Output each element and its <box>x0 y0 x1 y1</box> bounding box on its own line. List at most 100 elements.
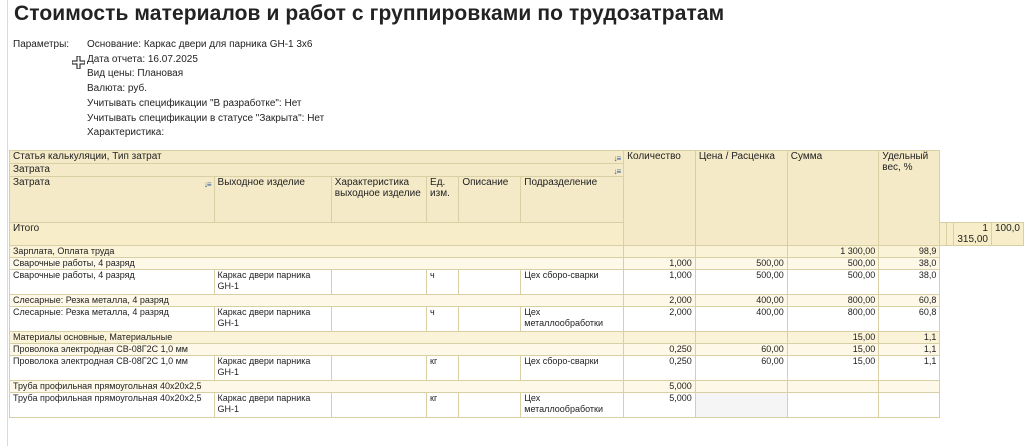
group-row[interactable]: Слесарные: Резка металла, 4 разряд 2,000 4… <box>8 294 1024 307</box>
cell-characteristic <box>330 306 428 332</box>
col-header-share[interactable]: Удельный вес, % <box>878 150 941 246</box>
cell-description <box>458 306 522 332</box>
group-row[interactable]: Зарплата, Оплата труда 1 300,00 98,9 <box>8 245 1024 258</box>
parameter-specs-in-development[interactable]: Учитывать спецификации "В разработке": Н… <box>87 97 324 112</box>
cell-zatrata-group: Труба профильная прямоугольная 40х20х2,5 <box>8 380 625 393</box>
cell-product: Каркас двери парника GH-1 <box>213 392 332 418</box>
cell-zatrata: Слесарные: Резка металла, 4 разряд <box>9 306 215 332</box>
table-row[interactable]: Сварочные работы, 4 разряд Каркас двери п… <box>9 269 1024 295</box>
col-header-quantity[interactable]: Количество <box>623 150 696 246</box>
cell-sum: 800,00 <box>786 306 880 332</box>
cell-zatrata: Проволока электродная СВ-08Г2С 1,0 мм <box>9 355 215 381</box>
cell-unit: ч <box>426 306 460 332</box>
cell-zatrata: Сварочные работы, 4 разряд <box>9 269 215 295</box>
parameter-currency[interactable]: Валюта: руб. <box>87 82 324 97</box>
col-header-sum[interactable]: Сумма <box>786 150 880 246</box>
cell-share: 60,8 <box>878 294 941 307</box>
col-header-zatrata[interactable]: Затрата ↓≡ <box>9 176 215 223</box>
col-header-article[interactable]: Статья калькуляции, Тип затрат ↓≡ <box>8 150 625 164</box>
total-label: Итого <box>8 222 625 246</box>
col-header-description[interactable]: Описание <box>458 176 522 223</box>
cell-price: 400,00 <box>694 294 788 307</box>
cell-share <box>878 380 941 393</box>
cell-sum: 1 300,00 <box>786 245 880 258</box>
cell-quantity: 2,000 <box>623 294 696 307</box>
parameter-price-type[interactable]: Вид цены: Плановая <box>87 67 324 82</box>
cell-share: 60,8 <box>878 306 941 332</box>
table-row[interactable]: Слесарные: Резка металла, 4 разряд Каркас… <box>9 306 1024 332</box>
sort-icon[interactable]: ↓≡ <box>613 167 621 176</box>
report-table: Статья калькуляции, Тип затрат ↓≡ Количе… <box>8 150 1024 418</box>
sort-icon[interactable]: ↓≡ <box>204 180 212 189</box>
group-row[interactable]: Сварочные работы, 4 разряд 1,000 500,00 500… <box>8 257 1024 270</box>
cell-sum: 15,00 <box>786 355 880 381</box>
cell-sum <box>786 392 880 418</box>
cell-zatrata: Труба профильная прямоугольная 40х20х2,5 <box>9 392 215 418</box>
cell-share <box>878 392 941 418</box>
total-cell <box>939 222 948 246</box>
cell-zatrata-group: Слесарные: Резка металла, 4 разряд <box>8 294 625 307</box>
cell-price <box>694 380 788 393</box>
col-header-department[interactable]: Подразделение <box>520 176 625 223</box>
col-header-zatrata-group[interactable]: Затрата ↓≡ <box>8 163 625 177</box>
move-cursor-icon <box>72 56 85 69</box>
cell-sum <box>786 380 880 393</box>
cell-department: Цех сборо-сварки <box>520 355 625 381</box>
cell-price: 400,00 <box>694 306 788 332</box>
cell-description <box>458 355 522 381</box>
cell-quantity: 0,250 <box>623 355 696 381</box>
cell-department: Цех металлообработки <box>520 306 625 332</box>
cell-price: 60,00 <box>694 355 788 381</box>
cell-share: 98,9 <box>878 245 941 258</box>
group-row[interactable]: Проволока электродная СВ-08Г2С 1,0 мм 0,2… <box>8 343 1024 356</box>
parameter-characteristic[interactable]: Характеристика: <box>87 126 324 141</box>
cell-article: Зарплата, Оплата труда <box>8 245 625 258</box>
cell-unit: кг <box>426 392 460 418</box>
cell-zatrata-group: Проволока электродная СВ-08Г2С 1,0 мм <box>8 343 625 356</box>
total-share: 100,0 <box>990 222 1024 246</box>
cell-description <box>458 269 522 295</box>
header-row: Статья калькуляции, Тип затрат ↓≡ Количе… <box>8 150 1024 246</box>
col-header-price[interactable]: Цена / Расценка <box>694 150 788 246</box>
col-header-characteristic[interactable]: Характеристика выходное изделие <box>330 176 428 223</box>
group-row[interactable]: Труба профильная прямоугольная 40х20х2,5… <box>8 380 1024 393</box>
cell-quantity: 1,000 <box>623 257 696 270</box>
cell-article: Материалы основные, Материальные <box>8 331 625 344</box>
cell-price <box>694 245 788 258</box>
cell-unit: ч <box>426 269 460 295</box>
total-cell <box>946 222 955 246</box>
cell-product: Каркас двери парника GH-1 <box>213 269 332 295</box>
cell-price <box>694 392 788 418</box>
cell-department: Цех сборо-сварки <box>520 269 625 295</box>
table-row[interactable]: Труба профильная прямоугольная 40х20х2,5… <box>9 392 1024 418</box>
cell-characteristic <box>330 392 428 418</box>
col-header-product[interactable]: Выходное изделие <box>213 176 332 223</box>
parameter-report-date[interactable]: Дата отчета: 16.07.2025 <box>87 53 324 68</box>
cell-quantity: 2,000 <box>623 306 696 332</box>
cell-price: 500,00 <box>694 269 788 295</box>
report-title: Стоимость материалов и работ с группиров… <box>14 2 725 25</box>
cell-sum: 800,00 <box>786 294 880 307</box>
cell-sum: 15,00 <box>786 331 880 344</box>
cell-quantity: 0,250 <box>623 343 696 356</box>
group-row[interactable]: Материалы основные, Материальные 15,00 1,1 <box>8 331 1024 344</box>
table-row[interactable]: Проволока электродная СВ-08Г2С 1,0 мм Кар… <box>9 355 1024 381</box>
cell-share: 1,1 <box>878 331 941 344</box>
cell-price: 60,00 <box>694 343 788 356</box>
cell-quantity <box>623 331 696 344</box>
sort-icon[interactable]: ↓≡ <box>613 154 621 163</box>
cell-description <box>458 392 522 418</box>
cell-share: 1,1 <box>878 355 941 381</box>
cell-characteristic <box>330 355 428 381</box>
col-header-unit[interactable]: Ед. изм. <box>426 176 460 223</box>
cell-zatrata-group: Сварочные работы, 4 разряд <box>8 257 625 270</box>
cell-product: Каркас двери парника GH-1 <box>213 355 332 381</box>
parameter-basis[interactable]: Основание: Каркас двери для парника GH-1… <box>87 38 324 53</box>
cell-sum: 500,00 <box>786 269 880 295</box>
cell-price <box>694 331 788 344</box>
parameter-specs-closed[interactable]: Учитывать спецификации в статусе "Закрыт… <box>87 112 324 127</box>
parameters-list: Основание: Каркас двери для парника GH-1… <box>87 38 324 141</box>
cell-department: Цех металлообработки <box>520 392 625 418</box>
cell-sum: 15,00 <box>786 343 880 356</box>
cell-sum: 500,00 <box>786 257 880 270</box>
